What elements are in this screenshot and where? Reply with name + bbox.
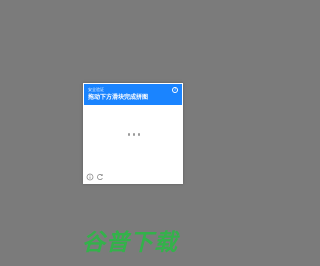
- loading-dot: [137, 133, 140, 136]
- refresh-icon[interactable]: [96, 173, 104, 181]
- loading-indicator: [128, 133, 140, 136]
- site-watermark: 谷普下载: [82, 230, 178, 256]
- captcha-footer: [86, 173, 104, 181]
- captcha-subtitle: 安全验证: [88, 87, 104, 92]
- help-icon[interactable]: ?: [172, 87, 178, 93]
- loading-dot: [132, 133, 136, 136]
- captcha-header: 安全验证 拖动下方滑块完成拼图 ?: [84, 84, 182, 105]
- info-icon[interactable]: [86, 173, 94, 181]
- captcha-title: 拖动下方滑块完成拼图: [88, 94, 149, 101]
- loading-dot: [128, 133, 131, 136]
- captcha-dialog: 安全验证 拖动下方滑块完成拼图 ?: [83, 83, 183, 184]
